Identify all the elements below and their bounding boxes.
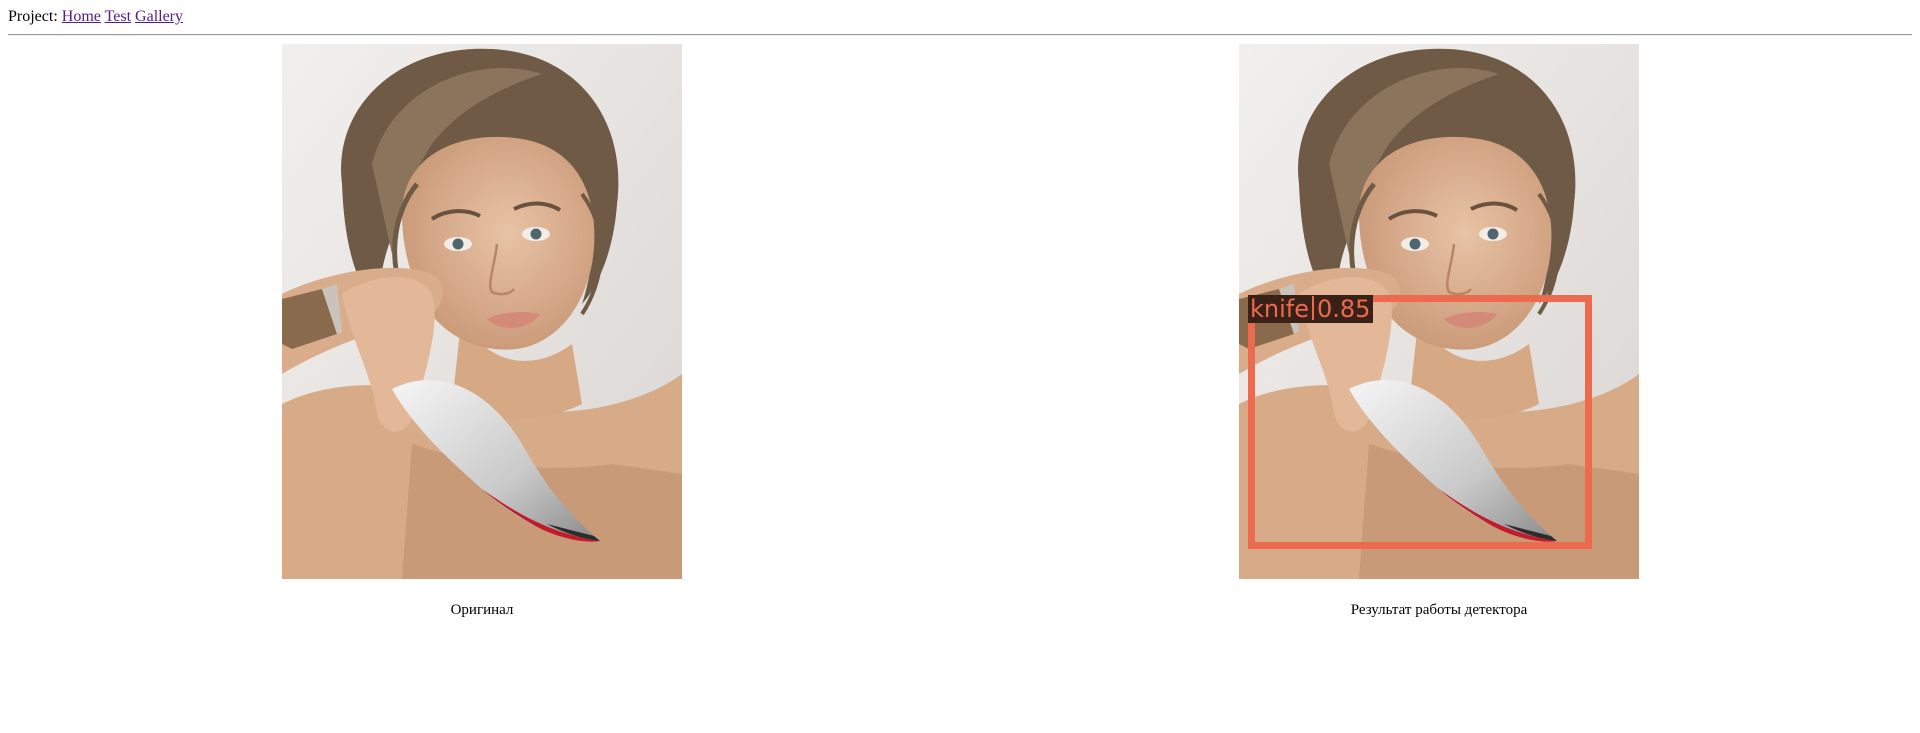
nav-link-home[interactable]: Home	[62, 8, 101, 25]
project-nav: Project: Home Test Gallery	[8, 7, 183, 26]
detected-panel: knife 0.85 Результат работы детектора	[1239, 44, 1639, 619]
detection-class: knife	[1250, 295, 1309, 323]
nav-link-test[interactable]: Test	[105, 8, 131, 25]
detection-bounding-box	[1248, 295, 1592, 549]
detected-image[interactable]: knife 0.85	[1239, 44, 1639, 579]
original-photo-svg	[282, 44, 682, 579]
results-gallery: Оригинал knife 0.85 Результат работы дет…	[0, 44, 1920, 644]
header-divider	[8, 34, 1912, 36]
original-caption: Оригинал	[450, 602, 514, 618]
original-image[interactable]	[282, 44, 682, 579]
detection-score: 0.85	[1317, 295, 1371, 323]
detection-label: knife 0.85	[1248, 295, 1374, 323]
nav-link-gallery[interactable]: Gallery	[135, 8, 183, 25]
page: Project: Home Test Gallery Оригинал knif…	[0, 0, 1920, 733]
detected-caption: Результат работы детектора	[1350, 602, 1528, 618]
nav-prefix: Project:	[8, 8, 58, 25]
original-panel: Оригинал	[282, 44, 682, 619]
detection-label-separator	[1312, 296, 1314, 320]
